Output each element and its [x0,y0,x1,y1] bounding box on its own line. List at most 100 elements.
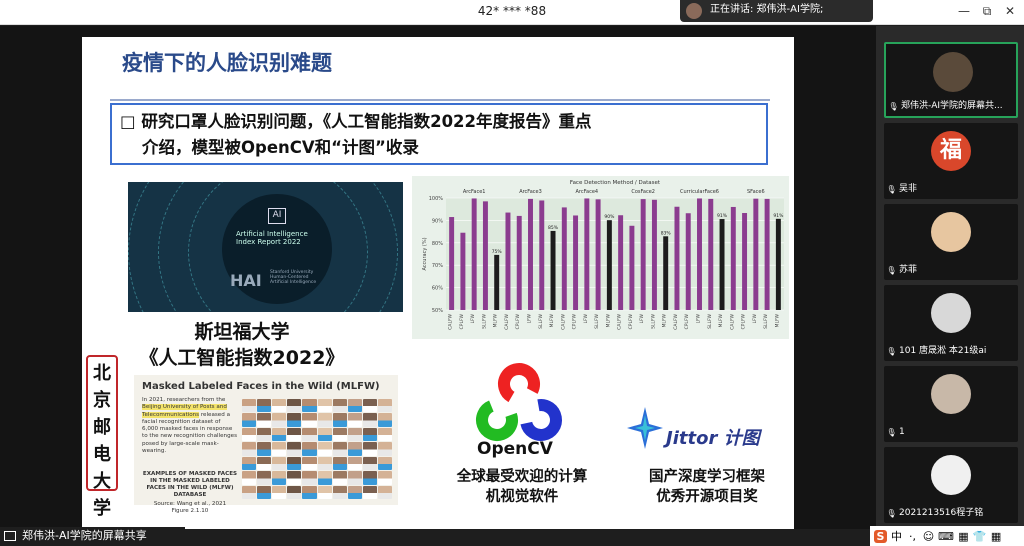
mic-icon: 🎙 [886,427,897,437]
mlfw-para-a: In 2021, researchers from the [142,397,226,403]
x-tick-label: MLFW [662,313,668,327]
face-thumbnail [242,399,257,413]
hai-brand: HAI [230,271,262,290]
group-label: ArcFace4 [576,189,599,195]
opencv-caption-2: 机视觉软件 [485,489,559,505]
vlabel-char: 邮 [93,417,111,438]
bar [584,198,590,310]
x-tick-label: SLLFW [707,313,713,328]
participant-tile[interactable]: 🎙 郑伟洪-AI学院的屏幕共... [884,42,1018,118]
face-thumbnail [317,485,332,499]
tray-icon[interactable]: ⌨ [938,530,954,543]
x-tick-label: CPLFW [628,313,634,329]
y-tick-label: 90% [432,218,443,224]
x-tick-label: CALFW [448,313,454,329]
x-tick-label: LFW [752,313,758,323]
face-thumbnail [377,399,392,413]
x-tick-label: SLLFW [594,313,600,328]
face-thumbnail [242,485,257,499]
bar [482,201,488,310]
ai-logo-icon: AI [268,208,286,224]
bar [528,198,533,310]
bar [651,199,657,310]
bar [550,230,556,310]
face-thumbnail [242,427,257,442]
bar [449,217,455,310]
face-thumbnail [377,427,392,442]
bar [640,199,646,310]
participant-tile[interactable]: 🎙 2021213516程子铭 [884,447,1018,523]
x-tick-label: SLLFW [538,313,544,328]
vlabel-char: 大 [93,471,111,492]
y-tick-label: 60% [432,286,443,292]
mlfw-paragraph: In 2021, researchers from the Beijing Un… [142,397,238,455]
participant-tile[interactable]: 福 🎙 吴非 [884,123,1018,199]
x-tick-label: CALFW [504,313,510,329]
face-thumbnail [257,456,272,471]
x-tick-label: LFW [527,313,533,323]
chart-title: Face Detection Method / Dataset [570,180,661,186]
avatar-glyph: 福 [939,138,962,163]
x-tick-label: MLFW [774,313,780,327]
face-thumbnail [362,485,377,499]
tray-icon[interactable]: ▦ [990,530,1003,543]
face-thumbnail [272,471,287,485]
box-line-2: 介绍，模型被OpenCV和“计图”收录 [142,138,419,157]
mic-icon: 🎙 [886,184,897,194]
x-tick-label: CPLFW [572,313,578,329]
participant-tile[interactable]: 🎙 1 [884,366,1018,442]
vlabel-char: 学 [93,498,111,519]
data-label: 91% [717,213,728,219]
x-tick-label: MLFW [605,313,611,327]
bar [471,198,477,310]
face-thumbnail [272,399,287,413]
face-thumbnail [332,399,347,413]
face-thumbnail [362,427,377,442]
bar [516,215,522,310]
vlabel-char: 京 [93,390,111,411]
face-thumbnail [302,427,317,442]
face-thumbnail [347,442,362,456]
participants-panel[interactable]: 🎙 郑伟洪-AI学院的屏幕共... 福 🎙 吴非 🎙 苏菲 🎙 101 唐晟淞 本21级ai 🎙 1… [876,26,1024,546]
data-label: 90% [604,214,615,220]
face-thumbnail [347,485,362,499]
bar [764,198,770,310]
mlfw-para-b: released a facial recognition dataset of… [142,411,238,455]
screen-share-icon [4,531,16,541]
face-thumbnail [242,413,257,427]
x-tick-label: MLFW [493,313,499,327]
face-thumbnail [362,456,377,471]
tray-icon[interactable]: ☺ [922,530,935,543]
opencv-wordmark: OpenCV [477,439,553,459]
face-thumbnail [242,442,257,456]
maximize-button[interactable]: ⧉ [978,4,996,19]
tray-icon[interactable]: ▦ [957,530,970,543]
tray-icon[interactable]: ·, [906,530,919,543]
data-label: 85% [548,225,559,231]
minimize-button[interactable]: — [955,4,973,18]
x-tick-label: SLLFW [650,313,656,328]
face-thumbnail [302,413,317,427]
face-thumbnail [332,456,347,471]
x-tick-label: MLFW [718,313,724,327]
participant-tile[interactable]: 🎙 101 唐晟淞 本21级ai [884,285,1018,361]
participant-tile[interactable]: 🎙 苏菲 [884,204,1018,280]
tray-icon[interactable]: 👕 [973,530,987,543]
stanford-caption-2: 《人工智能指数2022》 [139,347,345,369]
face-thumbnail [287,427,302,442]
face-thumbnail [332,413,347,427]
tray-icon[interactable]: 中 [890,528,903,544]
title-divider [110,99,770,101]
face-thumbnail [302,456,317,471]
cover-title-1: Artificial Intelligence [236,230,308,238]
close-button[interactable]: ✕ [1001,4,1019,18]
y-tick-label: 50% [432,308,443,314]
bar [708,198,714,310]
bar [539,200,545,310]
face-thumbnail [287,442,302,456]
share-status-label: 郑伟洪-AI学院的屏幕共享 [22,529,147,542]
tray-icon[interactable]: S [874,529,887,543]
participant-avatar [933,52,973,92]
bar [775,218,781,310]
bar [742,213,748,310]
